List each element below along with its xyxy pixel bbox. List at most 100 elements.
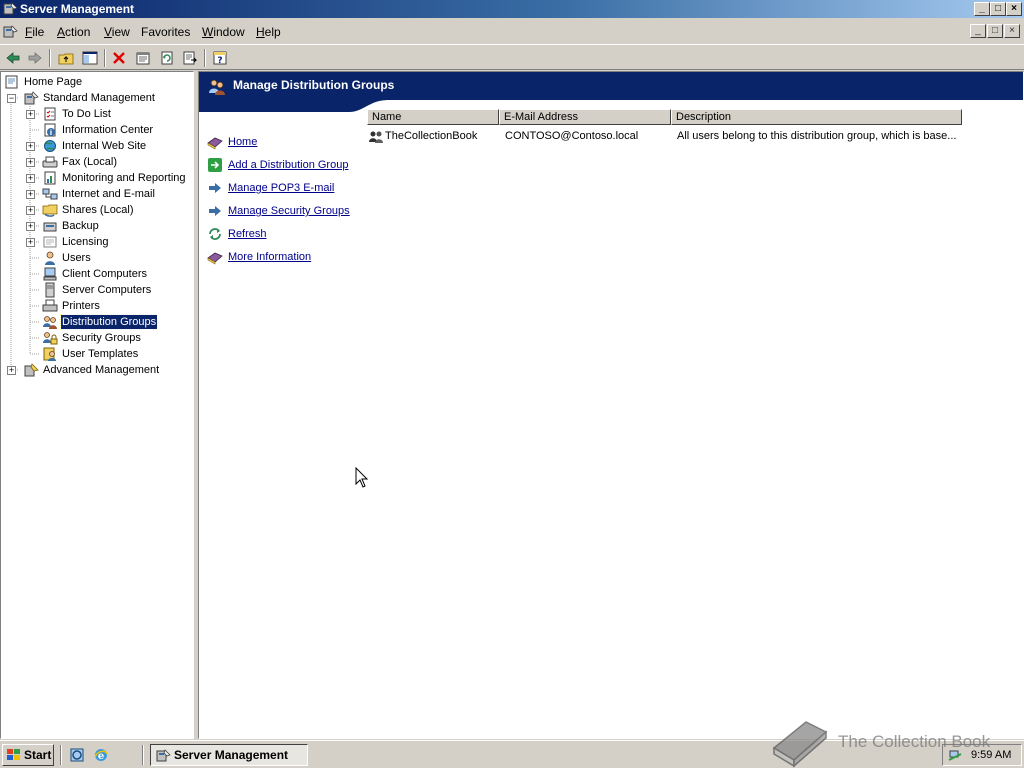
task-manage-security-groups[interactable]: Manage Security Groups <box>207 203 367 221</box>
user-icon <box>45 251 55 265</box>
blue-arrow-icon <box>209 183 221 193</box>
tree-expand-toggle[interactable]: + <box>26 190 35 199</box>
book-icon <box>207 252 223 265</box>
console-window-icon[interactable] <box>2 24 18 40</box>
tree-item-standard-management[interactable]: Standard Management <box>23 90 193 106</box>
back-arrow-icon <box>6 52 20 64</box>
tree-item-to-do-list[interactable]: To Do List <box>42 106 192 122</box>
column-header-email[interactable]: E-Mail Address <box>499 109 671 125</box>
computer-icon <box>43 267 57 281</box>
home-page-icon <box>5 75 18 89</box>
tree-expand-toggle[interactable]: + <box>26 222 35 231</box>
maximize-button[interactable]: □ <box>990 2 1006 16</box>
up-folder-icon <box>58 53 74 65</box>
help-button[interactable]: ? <box>210 48 230 68</box>
tree-expand-toggle[interactable]: + <box>7 366 16 375</box>
green-arrow-icon <box>208 158 222 172</box>
start-button[interactable]: Start <box>2 744 54 766</box>
console-tree[interactable]: Home Page − Standard Management + To Do … <box>0 71 194 739</box>
task-add-distribution-group[interactable]: Add a Distribution Group <box>207 157 367 175</box>
web-site-icon <box>44 140 56 152</box>
up-one-level-button[interactable] <box>56 48 76 68</box>
task-home[interactable]: Home <box>207 134 367 152</box>
toolbar-separator <box>204 49 206 67</box>
server-manage-icon[interactable] <box>69 747 85 763</box>
tree-item-monitoring-and-reporting[interactable]: Monitoring and Reporting <box>42 170 192 186</box>
column-header-name[interactable]: Name <box>367 109 499 125</box>
task-refresh[interactable]: Refresh <box>207 226 367 244</box>
todo-icon <box>44 107 56 121</box>
tree-expand-toggle[interactable]: + <box>26 142 35 151</box>
menu-favorites[interactable]: Favorites <box>141 25 190 39</box>
menu-file[interactable]: File <box>25 25 44 39</box>
tree-expand-toggle[interactable]: + <box>26 110 35 119</box>
watermark: The Collection Book <box>770 718 1020 768</box>
export-list-button[interactable] <box>180 48 200 68</box>
tree-item-shares-local[interactable]: Shares (Local) <box>42 202 192 218</box>
refresh-icon <box>161 51 173 65</box>
refresh-button[interactable] <box>157 48 177 68</box>
tree-item-fax-local[interactable]: Fax (Local) <box>42 154 192 170</box>
svg-text:?: ? <box>217 56 222 66</box>
distribution-group-icon <box>369 131 383 143</box>
tree-item-server-computers[interactable]: Server Computers <box>42 282 192 298</box>
delete-button[interactable] <box>109 48 129 68</box>
toolbar-separator <box>104 49 106 67</box>
minimize-button[interactable]: _ <box>974 2 990 16</box>
child-close-button[interactable]: × <box>1004 24 1020 38</box>
tree-item-backup[interactable]: Backup <box>42 218 192 234</box>
tree-item-users[interactable]: Users <box>42 250 192 266</box>
tree-expand-toggle[interactable]: + <box>26 238 35 247</box>
menu-bar: File Action View Favorites Window Help <box>0 22 1024 42</box>
forward-arrow-icon <box>28 52 42 64</box>
fax-icon <box>42 156 58 168</box>
tree-item-client-computers[interactable]: Client Computers <box>42 266 192 282</box>
tree-item-internal-web-site[interactable]: Internal Web Site <box>42 138 192 154</box>
server-management-icon <box>156 749 171 762</box>
close-button[interactable]: × <box>1006 2 1022 16</box>
help-icon: ? <box>213 51 227 66</box>
task-more-information[interactable]: More Information <box>207 249 367 267</box>
shares-folder-icon <box>42 204 58 217</box>
server-icon <box>45 282 55 298</box>
column-header-description[interactable]: Description <box>671 109 962 125</box>
tree-collapse-toggle[interactable]: − <box>7 94 16 103</box>
export-list-icon <box>183 51 198 65</box>
task-manage-pop3-email[interactable]: Manage POP3 E-mail <box>207 180 367 198</box>
title-bar[interactable]: Server Management _ □ × <box>0 0 1024 18</box>
tree-expand-toggle[interactable]: + <box>26 158 35 167</box>
tree-item-home-page[interactable]: Home Page <box>4 74 184 90</box>
forward-button[interactable] <box>25 48 45 68</box>
groups-list-view[interactable]: Name E-Mail Address Description TheColle… <box>367 109 1023 738</box>
blue-arrow-icon <box>209 206 221 216</box>
properties-button[interactable] <box>133 48 153 68</box>
menu-action[interactable]: Action <box>57 25 90 39</box>
show-hide-tree-button[interactable] <box>80 48 100 68</box>
menu-window[interactable]: Window <box>202 25 245 39</box>
monitoring-icon <box>44 171 56 185</box>
tree-item-information-center[interactable]: i Information Center <box>42 122 192 138</box>
quick-launch-separator <box>60 745 62 765</box>
tree-item-user-templates[interactable]: User Templates <box>42 346 192 362</box>
tree-item-advanced-management[interactable]: Advanced Management <box>23 362 193 378</box>
details-pane: Manage Distribution Groups Home Add a Di… <box>198 71 1024 739</box>
table-row[interactable]: TheCollectionBook CONTOSO@Contoso.local … <box>367 129 1023 145</box>
child-minimize-button[interactable]: _ <box>970 24 986 38</box>
child-restore-button[interactable]: □ <box>987 24 1003 38</box>
distribution-group-header-icon <box>209 79 225 95</box>
tree-item-printers[interactable]: Printers <box>42 298 192 314</box>
internet-explorer-icon[interactable]: e <box>93 747 109 763</box>
taskbar-button-server-management[interactable]: Server Management <box>150 744 308 766</box>
delete-icon <box>113 52 125 64</box>
tree-expand-toggle[interactable]: + <box>26 206 35 215</box>
menu-view[interactable]: View <box>104 25 130 39</box>
tree-expand-toggle[interactable]: + <box>26 174 35 183</box>
tree-item-distribution-groups[interactable]: Distribution Groups <box>42 314 192 330</box>
group-name-cell: TheCollectionBook <box>385 130 478 142</box>
back-button[interactable] <box>3 48 23 68</box>
tree-item-licensing[interactable]: Licensing <box>42 234 192 250</box>
tree-item-internet-and-email[interactable]: Internet and E-mail <box>42 186 192 202</box>
tree-item-security-groups[interactable]: Security Groups <box>42 330 192 346</box>
menu-help[interactable]: Help <box>256 25 281 39</box>
window-title: Server Management <box>20 2 135 16</box>
